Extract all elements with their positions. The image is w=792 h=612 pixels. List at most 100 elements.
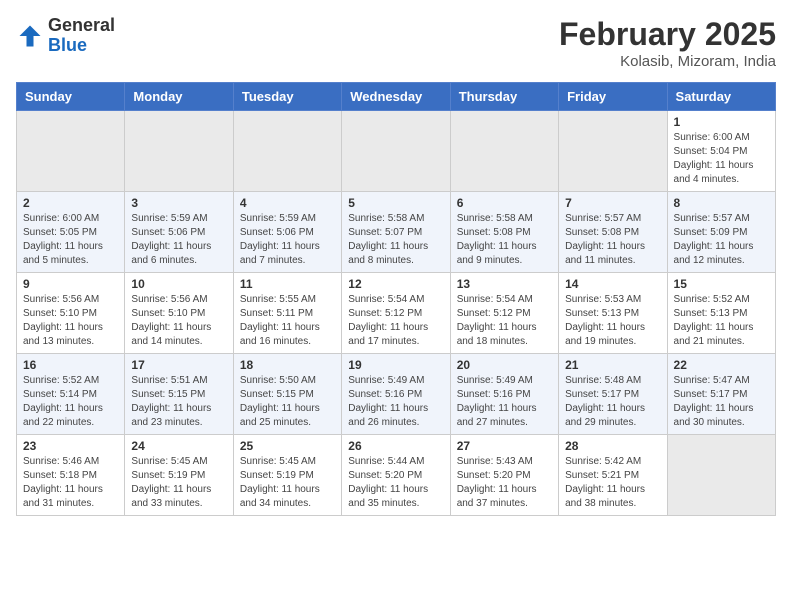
day-number: 21 [565,358,660,372]
weekday-saturday: Saturday [667,83,775,111]
calendar-cell: 24 Sunrise: 5:45 AM Sunset: 5:19 PM Dayli… [125,435,233,516]
calendar-cell: 14Sunrise: 5:53 AM Sunset: 5:13 PM Dayli… [559,273,667,354]
calendar-cell [233,111,341,192]
day-number: 18 [240,358,335,372]
day-info: Sunrise: 5:49 AM Sunset: 5:16 PM Dayligh… [457,374,552,430]
month-year: February 2025 [559,16,776,53]
calendar-cell: 20 Sunrise: 5:49 AM Sunset: 5:16 PM Dayli… [450,354,558,435]
day-info: Sunrise: 5:42 AM Sunset: 5:21 PM Dayligh… [565,455,660,511]
calendar-cell: 28 Sunrise: 5:42 AM Sunset: 5:21 PM Dayli… [559,435,667,516]
page-header: General Blue February 2025 Kolasib, Mizo… [16,16,776,70]
day-info: Sunrise: 5:54 AM Sunset: 5:12 PM Dayligh… [348,293,443,349]
day-info: Sunrise: 6:00 AM Sunset: 5:05 PM Dayligh… [23,212,118,268]
calendar-cell: 9 Sunrise: 5:56 AM Sunset: 5:10 PM Daylig… [17,273,125,354]
day-info: Sunrise: 5:49 AM Sunset: 5:16 PM Dayligh… [348,374,443,430]
day-number: 20 [457,358,552,372]
day-number: 26 [348,439,443,453]
calendar-cell [125,111,233,192]
day-info: Sunrise: 5:50 AM Sunset: 5:15 PM Dayligh… [240,374,335,430]
day-number: 28 [565,439,660,453]
weekday-wednesday: Wednesday [342,83,450,111]
day-info: Sunrise: 5:58 AM Sunset: 5:08 PM Dayligh… [457,212,552,268]
day-number: 10 [131,277,226,291]
day-number: 5 [348,196,443,210]
calendar-week-1: 1 Sunrise: 6:00 AM Sunset: 5:04 PM Daylig… [17,111,776,192]
calendar-cell: 10Sunrise: 5:56 AM Sunset: 5:10 PM Dayli… [125,273,233,354]
calendar-cell: 17 Sunrise: 5:51 AM Sunset: 5:15 PM Dayli… [125,354,233,435]
day-number: 24 [131,439,226,453]
calendar-cell [450,111,558,192]
calendar-cell: 13 Sunrise: 5:54 AM Sunset: 5:12 PM Dayli… [450,273,558,354]
day-number: 6 [457,196,552,210]
day-info: Sunrise: 5:52 AM Sunset: 5:14 PM Dayligh… [23,374,118,430]
calendar-cell [559,111,667,192]
day-number: 7 [565,196,660,210]
day-info: Sunrise: 5:59 AM Sunset: 5:06 PM Dayligh… [131,212,226,268]
day-number: 27 [457,439,552,453]
day-info: Sunrise: 6:00 AM Sunset: 5:04 PM Dayligh… [674,131,769,187]
calendar-week-5: 23 Sunrise: 5:46 AM Sunset: 5:18 PM Dayli… [17,435,776,516]
calendar-cell: 4 Sunrise: 5:59 AM Sunset: 5:06 PM Daylig… [233,192,341,273]
calendar-cell [667,435,775,516]
logo-icon [16,22,44,50]
calendar-cell: 7Sunrise: 5:57 AM Sunset: 5:08 PM Daylig… [559,192,667,273]
day-info: Sunrise: 5:51 AM Sunset: 5:15 PM Dayligh… [131,374,226,430]
logo-text: General Blue [48,16,115,56]
calendar-cell: 21 Sunrise: 5:48 AM Sunset: 5:17 PM Dayli… [559,354,667,435]
calendar-table: SundayMondayTuesdayWednesdayThursdayFrid… [16,82,776,516]
day-number: 13 [457,277,552,291]
day-info: Sunrise: 5:52 AM Sunset: 5:13 PM Dayligh… [674,293,769,349]
calendar-cell: 25Sunrise: 5:45 AM Sunset: 5:19 PM Dayli… [233,435,341,516]
calendar-cell: 18 Sunrise: 5:50 AM Sunset: 5:15 PM Dayli… [233,354,341,435]
day-number: 23 [23,439,118,453]
calendar-cell: 16 Sunrise: 5:52 AM Sunset: 5:14 PM Dayli… [17,354,125,435]
calendar-week-3: 9 Sunrise: 5:56 AM Sunset: 5:10 PM Daylig… [17,273,776,354]
calendar-cell [342,111,450,192]
day-number: 12 [348,277,443,291]
day-info: Sunrise: 5:47 AM Sunset: 5:17 PM Dayligh… [674,374,769,430]
day-number: 25 [240,439,335,453]
day-info: Sunrise: 5:59 AM Sunset: 5:06 PM Dayligh… [240,212,335,268]
weekday-friday: Friday [559,83,667,111]
calendar-week-2: 2 Sunrise: 6:00 AM Sunset: 5:05 PM Daylig… [17,192,776,273]
day-number: 14 [565,277,660,291]
day-info: Sunrise: 5:58 AM Sunset: 5:07 PM Dayligh… [348,212,443,268]
calendar-cell: 2 Sunrise: 6:00 AM Sunset: 5:05 PM Daylig… [17,192,125,273]
day-number: 11 [240,277,335,291]
day-number: 22 [674,358,769,372]
day-info: Sunrise: 5:46 AM Sunset: 5:18 PM Dayligh… [23,455,118,511]
calendar-cell [17,111,125,192]
calendar-cell: 8 Sunrise: 5:57 AM Sunset: 5:09 PM Daylig… [667,192,775,273]
calendar-cell: 19 Sunrise: 5:49 AM Sunset: 5:16 PM Dayli… [342,354,450,435]
day-info: Sunrise: 5:44 AM Sunset: 5:20 PM Dayligh… [348,455,443,511]
day-info: Sunrise: 5:43 AM Sunset: 5:20 PM Dayligh… [457,455,552,511]
calendar-cell: 26 Sunrise: 5:44 AM Sunset: 5:20 PM Dayli… [342,435,450,516]
day-number: 17 [131,358,226,372]
day-number: 4 [240,196,335,210]
day-info: Sunrise: 5:57 AM Sunset: 5:09 PM Dayligh… [674,212,769,268]
day-info: Sunrise: 5:48 AM Sunset: 5:17 PM Dayligh… [565,374,660,430]
day-number: 3 [131,196,226,210]
calendar-cell: 3 Sunrise: 5:59 AM Sunset: 5:06 PM Daylig… [125,192,233,273]
calendar-cell: 23 Sunrise: 5:46 AM Sunset: 5:18 PM Dayli… [17,435,125,516]
day-number: 16 [23,358,118,372]
day-number: 19 [348,358,443,372]
logo-blue: Blue [48,35,87,55]
logo-general: General [48,15,115,35]
day-number: 2 [23,196,118,210]
weekday-tuesday: Tuesday [233,83,341,111]
day-number: 15 [674,277,769,291]
day-number: 1 [674,115,769,129]
calendar-cell: 12 Sunrise: 5:54 AM Sunset: 5:12 PM Dayli… [342,273,450,354]
day-info: Sunrise: 5:45 AM Sunset: 5:19 PM Dayligh… [131,455,226,511]
weekday-monday: Monday [125,83,233,111]
day-number: 8 [674,196,769,210]
calendar-cell: 5 Sunrise: 5:58 AM Sunset: 5:07 PM Daylig… [342,192,450,273]
weekday-header-row: SundayMondayTuesdayWednesdayThursdayFrid… [17,83,776,111]
day-number: 9 [23,277,118,291]
day-info: Sunrise: 5:56 AM Sunset: 5:10 PM Dayligh… [23,293,118,349]
day-info: Sunrise: 5:54 AM Sunset: 5:12 PM Dayligh… [457,293,552,349]
calendar-cell: 1 Sunrise: 6:00 AM Sunset: 5:04 PM Daylig… [667,111,775,192]
day-info: Sunrise: 5:55 AM Sunset: 5:11 PM Dayligh… [240,293,335,349]
calendar-cell: 11 Sunrise: 5:55 AM Sunset: 5:11 PM Dayli… [233,273,341,354]
